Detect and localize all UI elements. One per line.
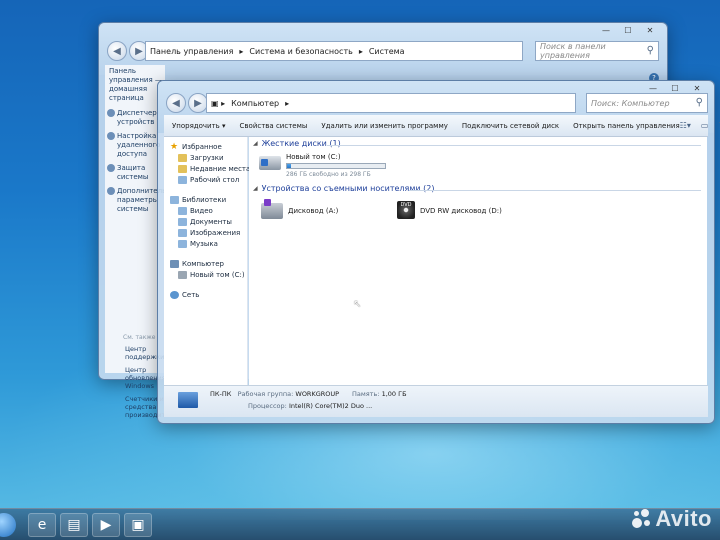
- libraries-icon: [170, 195, 179, 204]
- breadcrumb-1[interactable]: Система и безопасность: [249, 47, 352, 56]
- taskbar: e ▤ ▶ ▣: [0, 508, 720, 540]
- network-icon: [170, 290, 179, 299]
- drive-c-usage-fill: [287, 164, 291, 168]
- navigation-pane: ★ Избранное Загрузки Недавние места Рабоч…: [164, 137, 250, 417]
- system-window-controls: — ☐ ✕: [595, 25, 661, 37]
- system-properties-button[interactable]: Свойства системы: [240, 122, 308, 130]
- nav-network[interactable]: Сеть: [164, 289, 247, 300]
- computer-nav-buttons: ◀ ▶: [166, 93, 208, 113]
- shield-icon: [107, 132, 115, 140]
- search-icon: ⚲: [646, 45, 654, 56]
- shield-icon: [107, 109, 115, 117]
- system-address-bar[interactable]: Панель управления ▸ Система и безопаснос…: [145, 41, 523, 61]
- view-options-icon[interactable]: ☷▾: [680, 121, 691, 130]
- breadcrumb-0[interactable]: Панель управления: [150, 47, 233, 56]
- mouse-cursor-icon: ↖: [353, 299, 362, 310]
- avito-watermark: Avito: [632, 506, 712, 532]
- star-icon: ★: [170, 141, 179, 152]
- nav-desktop[interactable]: Рабочий стол: [164, 174, 247, 185]
- group-divider: [409, 190, 701, 191]
- internet-explorer-taskbar-icon[interactable]: e: [28, 513, 56, 537]
- pictures-library-icon: [178, 228, 187, 237]
- workgroup-label: Рабочая группа:: [237, 390, 294, 398]
- documents-library-icon: [178, 217, 187, 226]
- back-arrow-icon[interactable]: ◀: [166, 93, 186, 113]
- computer-small-icon: ▣ ▸: [211, 98, 226, 108]
- close-button[interactable]: ✕: [639, 25, 661, 37]
- window-taskbar-icon[interactable]: ▣: [124, 513, 152, 537]
- dvd-drive-tile[interactable]: DVD DVD RW дисковод (D:): [397, 201, 502, 219]
- maximize-button[interactable]: ☐: [617, 25, 639, 37]
- breadcrumb-2[interactable]: Система: [369, 47, 405, 56]
- back-arrow-icon[interactable]: ◀: [107, 41, 127, 61]
- computer-address-bar[interactable]: ▣ ▸ Компьютер ▸: [206, 93, 576, 113]
- media-player-taskbar-icon[interactable]: ▶: [92, 513, 120, 537]
- computer-window: — ☐ ✕ ◀ ▶ ▣ ▸ Компьютер ▸ Поиск: Компьют…: [157, 80, 720, 424]
- cpu-label: Процессор:: [248, 402, 287, 410]
- memory-value: 1,00 ГБ: [381, 390, 407, 398]
- computer-icon: [170, 259, 179, 268]
- nav-computer[interactable]: Компьютер: [164, 258, 247, 269]
- nav-music[interactable]: Музыка: [164, 238, 247, 249]
- collapse-triangle-icon: ◢: [253, 185, 258, 192]
- nav-favorites[interactable]: ★ Избранное: [164, 141, 247, 152]
- shield-icon: [107, 164, 115, 172]
- explorer-taskbar-icon[interactable]: ▤: [60, 513, 88, 537]
- hard-drive-icon: [259, 156, 281, 170]
- minimize-button[interactable]: —: [595, 25, 617, 37]
- breadcrumb-computer[interactable]: Компьютер: [231, 99, 279, 108]
- search-placeholder: Поиск в панели управления: [540, 42, 606, 60]
- details-pane: ПК-ПК Рабочая группа: WORKGROUP Память: …: [164, 385, 708, 417]
- video-library-icon: [178, 206, 187, 215]
- dvd-drive-icon: DVD: [397, 201, 415, 219]
- nav-drive-c[interactable]: Новый том (C:): [164, 269, 247, 280]
- nav-video[interactable]: Видео: [164, 205, 247, 216]
- drive-c-free-space: 286 ГБ свободно из 298 ГБ: [286, 171, 371, 178]
- start-button[interactable]: [0, 513, 16, 537]
- desktop-icon: [178, 175, 187, 184]
- system-nav-buttons: ◀ ▶: [107, 41, 149, 61]
- drive-c-tile[interactable]: Новый том (C:) 286 ГБ свободно из 298 ГБ: [259, 153, 386, 178]
- hard-drive-icon: [178, 270, 187, 279]
- group-divider: [327, 145, 701, 146]
- system-left-pane: Панель управления — домашняя страница Ди…: [105, 65, 197, 419]
- drive-c-usage-bar: [286, 163, 386, 169]
- workgroup-value: WORKGROUP: [295, 390, 340, 398]
- file-list: ◢ Жесткие диски (1) Новый том (C:) 286 Г…: [249, 137, 707, 385]
- nav-documents[interactable]: Документы: [164, 216, 247, 227]
- downloads-folder-icon: [178, 153, 187, 162]
- floppy-drive-name: Дисковод (A:): [288, 207, 339, 215]
- shield-icon: [107, 187, 115, 195]
- nav-pictures[interactable]: Изображения: [164, 227, 247, 238]
- floppy-drive-icon: [261, 199, 283, 219]
- nav-downloads[interactable]: Загрузки: [164, 152, 247, 163]
- open-control-panel-button[interactable]: Открыть панель управления: [573, 122, 679, 130]
- search-icon: ⚲: [695, 97, 703, 108]
- nav-recent-places[interactable]: Недавние места: [164, 163, 250, 174]
- forward-arrow-icon[interactable]: ▶: [188, 93, 208, 113]
- organize-button[interactable]: Упорядочить ▾: [172, 122, 226, 130]
- uninstall-program-button[interactable]: Удалить или изменить программу: [321, 122, 447, 130]
- memory-label: Память:: [352, 390, 380, 398]
- avito-logo-icon: [632, 509, 652, 529]
- computer-icon: [178, 392, 198, 408]
- recent-places-icon: [178, 164, 187, 173]
- command-bar: Упорядочить ▾ Свойства системы Удалить и…: [164, 115, 720, 137]
- cpu-value: Intel(R) Core(TM)2 Duo ...: [288, 402, 373, 410]
- system-search-input[interactable]: Поиск в панели управления ⚲: [535, 41, 659, 61]
- nav-libraries[interactable]: Библиотеки: [164, 194, 247, 205]
- hard-disks-group-header[interactable]: ◢ Жесткие диски (1): [253, 139, 341, 148]
- map-network-drive-button[interactable]: Подключить сетевой диск: [462, 122, 559, 130]
- computer-search-input[interactable]: Поиск: Компьютер ⚲: [586, 93, 708, 113]
- pc-name: ПК-ПК: [210, 390, 232, 398]
- dvd-drive-name: DVD RW дисковод (D:): [420, 207, 502, 215]
- drive-c-name: Новый том (C:): [286, 153, 341, 161]
- floppy-drive-tile[interactable]: Дисковод (A:): [261, 199, 339, 219]
- music-library-icon: [178, 239, 187, 248]
- preview-pane-icon[interactable]: ▭: [701, 121, 709, 130]
- search-placeholder: Поиск: Компьютер: [591, 98, 670, 108]
- collapse-triangle-icon: ◢: [253, 140, 258, 147]
- removable-group-header[interactable]: ◢ Устройства со съемными носителями (2): [253, 184, 434, 193]
